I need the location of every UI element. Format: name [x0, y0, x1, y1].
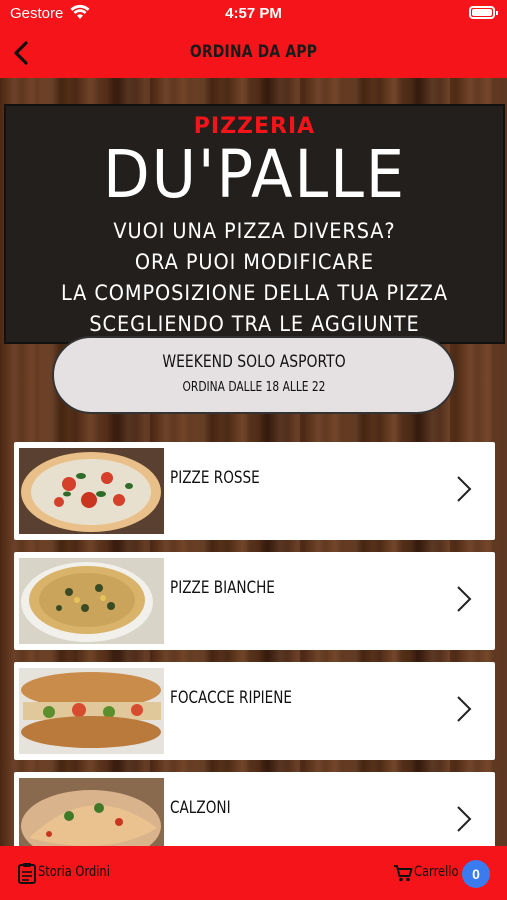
chevron-right-icon — [457, 586, 472, 612]
focaccia-image — [19, 668, 164, 754]
order-history-button[interactable]: Storia Ordini — [38, 864, 110, 880]
page-title: ORDINA DA APP — [189, 42, 318, 62]
nav-bar: ORDINA DA APP — [0, 28, 507, 78]
clipboard-icon[interactable] — [18, 862, 36, 884]
chevron-right-icon — [457, 476, 472, 502]
category-item-pizze-bianche[interactable]: PIZZE BIANCHE — [14, 552, 495, 650]
pizza-bianca-image — [19, 558, 164, 644]
battery-icon — [469, 6, 498, 19]
category-item-focacce-ripiene[interactable]: FOCACCE RIPIENE — [14, 662, 495, 760]
promo-line: VUOI UNA PIZZA DIVERSA? — [113, 219, 396, 243]
notice-title: WEEKEND SOLO ASPORTO — [162, 352, 346, 372]
category-label: CALZONI — [170, 798, 231, 818]
clock: 4:57 PM — [225, 5, 282, 22]
bottom-bar: Storia Ordini Carrello 0 — [0, 846, 507, 900]
weekend-notice: WEEKEND SOLO ASPORTO ORDINA DALLE 18 ALL… — [52, 336, 456, 414]
promo-line: LA COMPOSIZIONE DELLA TUA PIZZA — [61, 281, 448, 305]
cart-button[interactable]: Carrello — [414, 864, 459, 880]
chevron-right-icon — [457, 806, 472, 832]
pizza-rossa-image — [19, 448, 164, 534]
brand-name: DU'PALLE — [103, 136, 406, 213]
category-label: PIZZE ROSSE — [170, 468, 260, 488]
status-bar: Gestore 4:57 PM — [0, 0, 507, 28]
back-chevron-icon[interactable] — [10, 40, 32, 66]
cart-icon[interactable] — [393, 864, 413, 882]
category-item-pizze-rosse[interactable]: PIZZE ROSSE — [14, 442, 495, 540]
promo-banner: PIZZERIA DU'PALLE VUOI UNA PIZZA DIVERSA… — [4, 104, 505, 344]
chevron-right-icon — [457, 696, 472, 722]
promo-text: VUOI UNA PIZZA DIVERSA? ORA PUOI MODIFIC… — [26, 216, 483, 340]
category-label: PIZZE BIANCHE — [170, 578, 275, 598]
promo-line: ORA PUOI MODIFICARE — [134, 250, 375, 274]
category-label: FOCACCE RIPIENE — [170, 688, 293, 708]
cart-count-badge: 0 — [462, 860, 490, 888]
notice-subtitle: ORDINA DALLE 18 ALLE 22 — [182, 380, 326, 395]
